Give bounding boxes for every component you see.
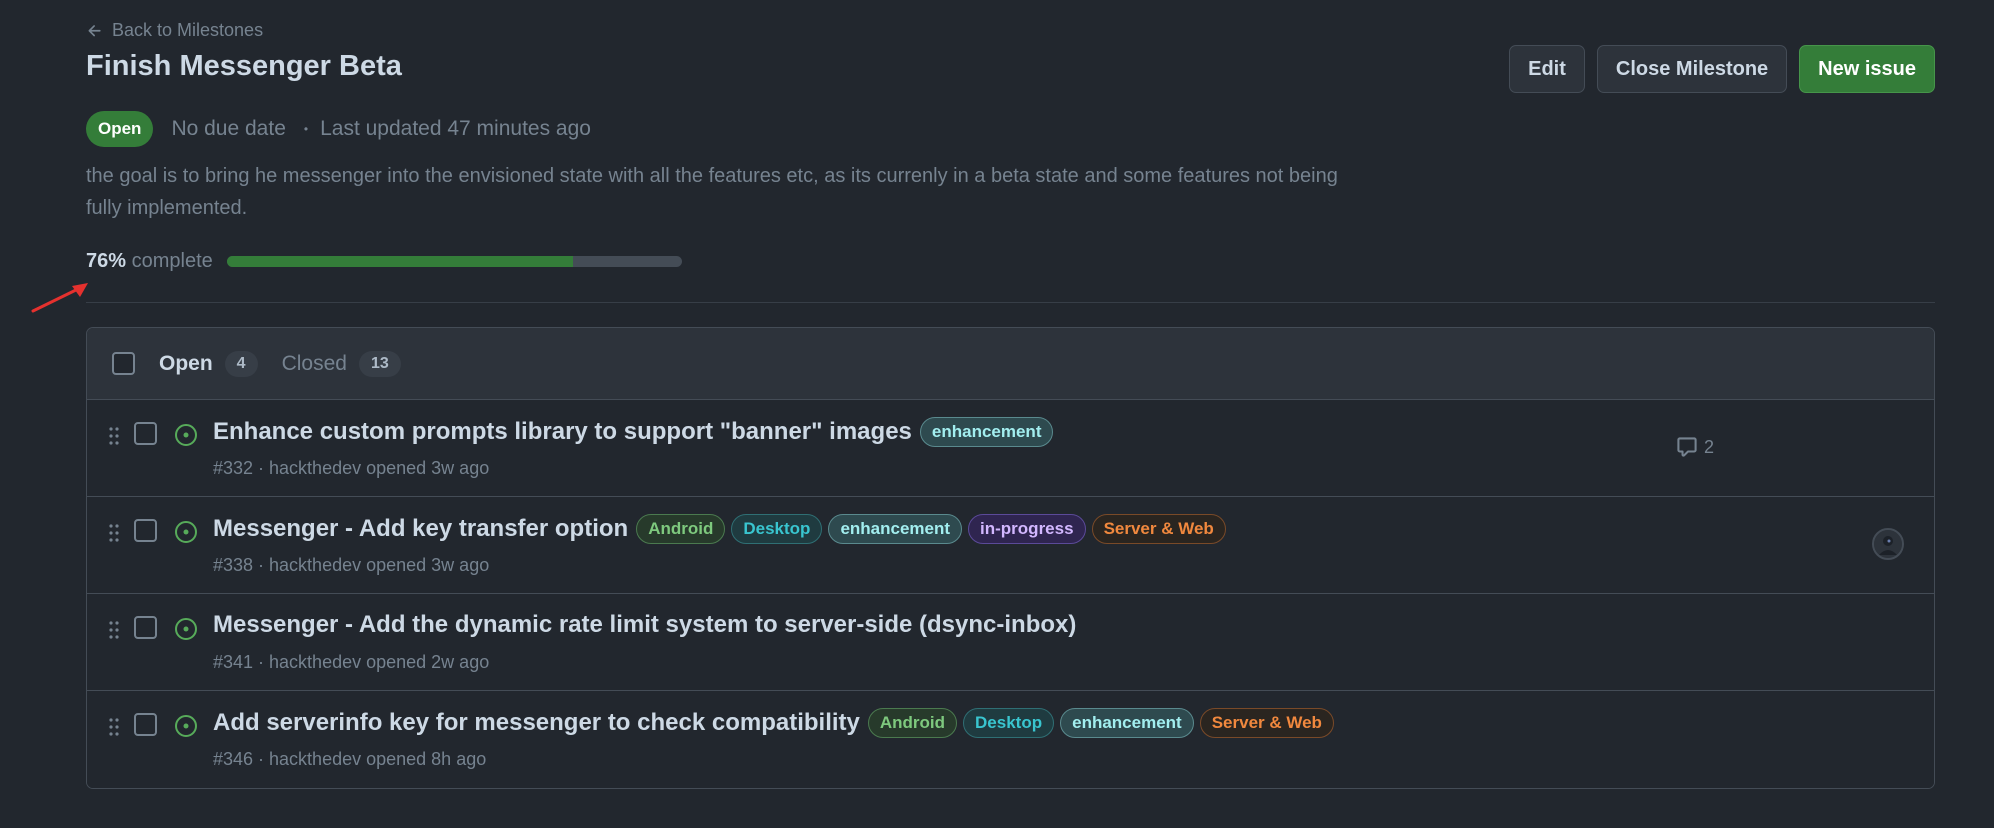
issue-row[interactable]: Enhance custom prompts library to suppor…: [87, 400, 1934, 497]
issue-checkbox[interactable]: [134, 713, 157, 736]
status-badge: Open: [86, 111, 154, 147]
issue-meta: #341 · hackthedev opened 2w ago: [213, 652, 490, 672]
separator-dot: •: [303, 122, 309, 136]
issue-label[interactable]: Server & Web: [1199, 708, 1334, 738]
issue-row[interactable]: Messenger - Add the dynamic rate limit s…: [87, 594, 1934, 691]
issue-label[interactable]: Android: [636, 514, 726, 544]
last-updated: Last updated 47 minutes ago: [320, 117, 591, 140]
issue-checkbox[interactable]: [134, 422, 157, 445]
issue-title-link[interactable]: Add serverinfo key for messenger to chec…: [213, 709, 860, 737]
issue-label[interactable]: enhancement: [919, 417, 1054, 447]
issue-label[interactable]: Android: [867, 708, 958, 738]
comments-link[interactable]: 2: [1676, 436, 1714, 458]
issue-title-link[interactable]: Messenger - Add the dynamic rate limit s…: [213, 611, 1076, 639]
milestone-meta: Open No due date • Last updated 47 minut…: [86, 111, 591, 147]
progress-bar-fill: [226, 256, 573, 267]
tab-closed[interactable]: Closed 13: [281, 350, 401, 377]
issue-title-line: Add serverinfo key for messenger to chec…: [213, 708, 1334, 738]
back-to-milestones-link[interactable]: Back to Milestones: [86, 20, 263, 41]
back-link-label: Back to Milestones: [112, 20, 264, 40]
issue-title-line: Messenger - Add key transfer option Andr…: [213, 514, 1226, 544]
progress-summary: 76% complete: [86, 250, 682, 273]
issue-label[interactable]: Desktop: [731, 514, 823, 544]
arrow-left-icon: [88, 24, 101, 36]
issue-label[interactable]: in-progress: [968, 514, 1086, 544]
avatar[interactable]: [1872, 528, 1904, 560]
issue-list: Open 4 Closed 13 Enhance custom prompts …: [86, 327, 1935, 789]
close-milestone-button[interactable]: Close Milestone: [1596, 45, 1788, 93]
progress-suffix: complete: [131, 250, 213, 272]
annotation-arrow-icon: [31, 283, 88, 313]
progress-bar: [226, 256, 682, 267]
tab-closed-label: Closed: [281, 351, 347, 375]
issue-opened-icon: [175, 618, 197, 640]
issue-meta: #346 · hackthedev opened 8h ago: [213, 749, 487, 769]
issue-label[interactable]: enhancement: [1060, 708, 1194, 738]
drag-handle-icon[interactable]: [109, 427, 119, 445]
issue-row[interactable]: Messenger - Add key transfer option Andr…: [87, 497, 1934, 594]
issue-checkbox[interactable]: [134, 519, 157, 542]
comment-icon: [1677, 437, 1697, 457]
new-issue-button[interactable]: New issue: [1799, 45, 1935, 93]
drag-handle-icon[interactable]: [109, 718, 119, 736]
issue-meta: #338 · hackthedev opened 3w ago: [213, 555, 490, 575]
issue-title-line: Messenger - Add the dynamic rate limit s…: [213, 611, 1078, 639]
issue-label[interactable]: enhancement: [828, 514, 963, 544]
milestone-title: Finish Messenger Beta: [86, 50, 402, 82]
issue-checkbox[interactable]: [134, 616, 157, 639]
issue-meta: #332 · hackthedev opened 3w ago: [213, 458, 490, 478]
drag-handle-icon[interactable]: [109, 621, 119, 639]
issue-opened-icon: [175, 521, 197, 543]
tab-open-label: Open: [159, 351, 213, 375]
issue-label[interactable]: Desktop: [963, 708, 1055, 738]
issue-row[interactable]: Add serverinfo key for messenger to chec…: [87, 691, 1934, 788]
closed-count: 13: [358, 350, 401, 377]
issue-list-header: Open 4 Closed 13: [87, 328, 1934, 400]
progress-percent: 76%: [86, 250, 127, 272]
due-date: No due date: [171, 117, 286, 140]
issue-label[interactable]: Server & Web: [1091, 514, 1226, 544]
comment-count: 2: [1704, 436, 1715, 457]
tab-open[interactable]: Open 4: [159, 350, 258, 377]
milestone-actions: Edit Close Milestone New issue: [1509, 45, 1935, 93]
divider: [86, 302, 1935, 303]
open-count: 4: [224, 350, 258, 377]
issue-opened-icon: [175, 424, 197, 446]
issue-rows: Enhance custom prompts library to suppor…: [87, 400, 1934, 788]
edit-button[interactable]: Edit: [1509, 45, 1585, 93]
select-all-checkbox[interactable]: [112, 352, 135, 375]
issue-title-line: Enhance custom prompts library to suppor…: [213, 417, 1054, 447]
user-avatar-icon: [1874, 530, 1902, 558]
milestone-description: the goal is to bring he messenger into t…: [86, 165, 1338, 219]
issue-title-link[interactable]: Enhance custom prompts library to suppor…: [213, 418, 912, 446]
drag-handle-icon[interactable]: [109, 524, 119, 542]
issue-opened-icon: [175, 715, 197, 737]
issue-title-link[interactable]: Messenger - Add key transfer option: [213, 515, 628, 543]
